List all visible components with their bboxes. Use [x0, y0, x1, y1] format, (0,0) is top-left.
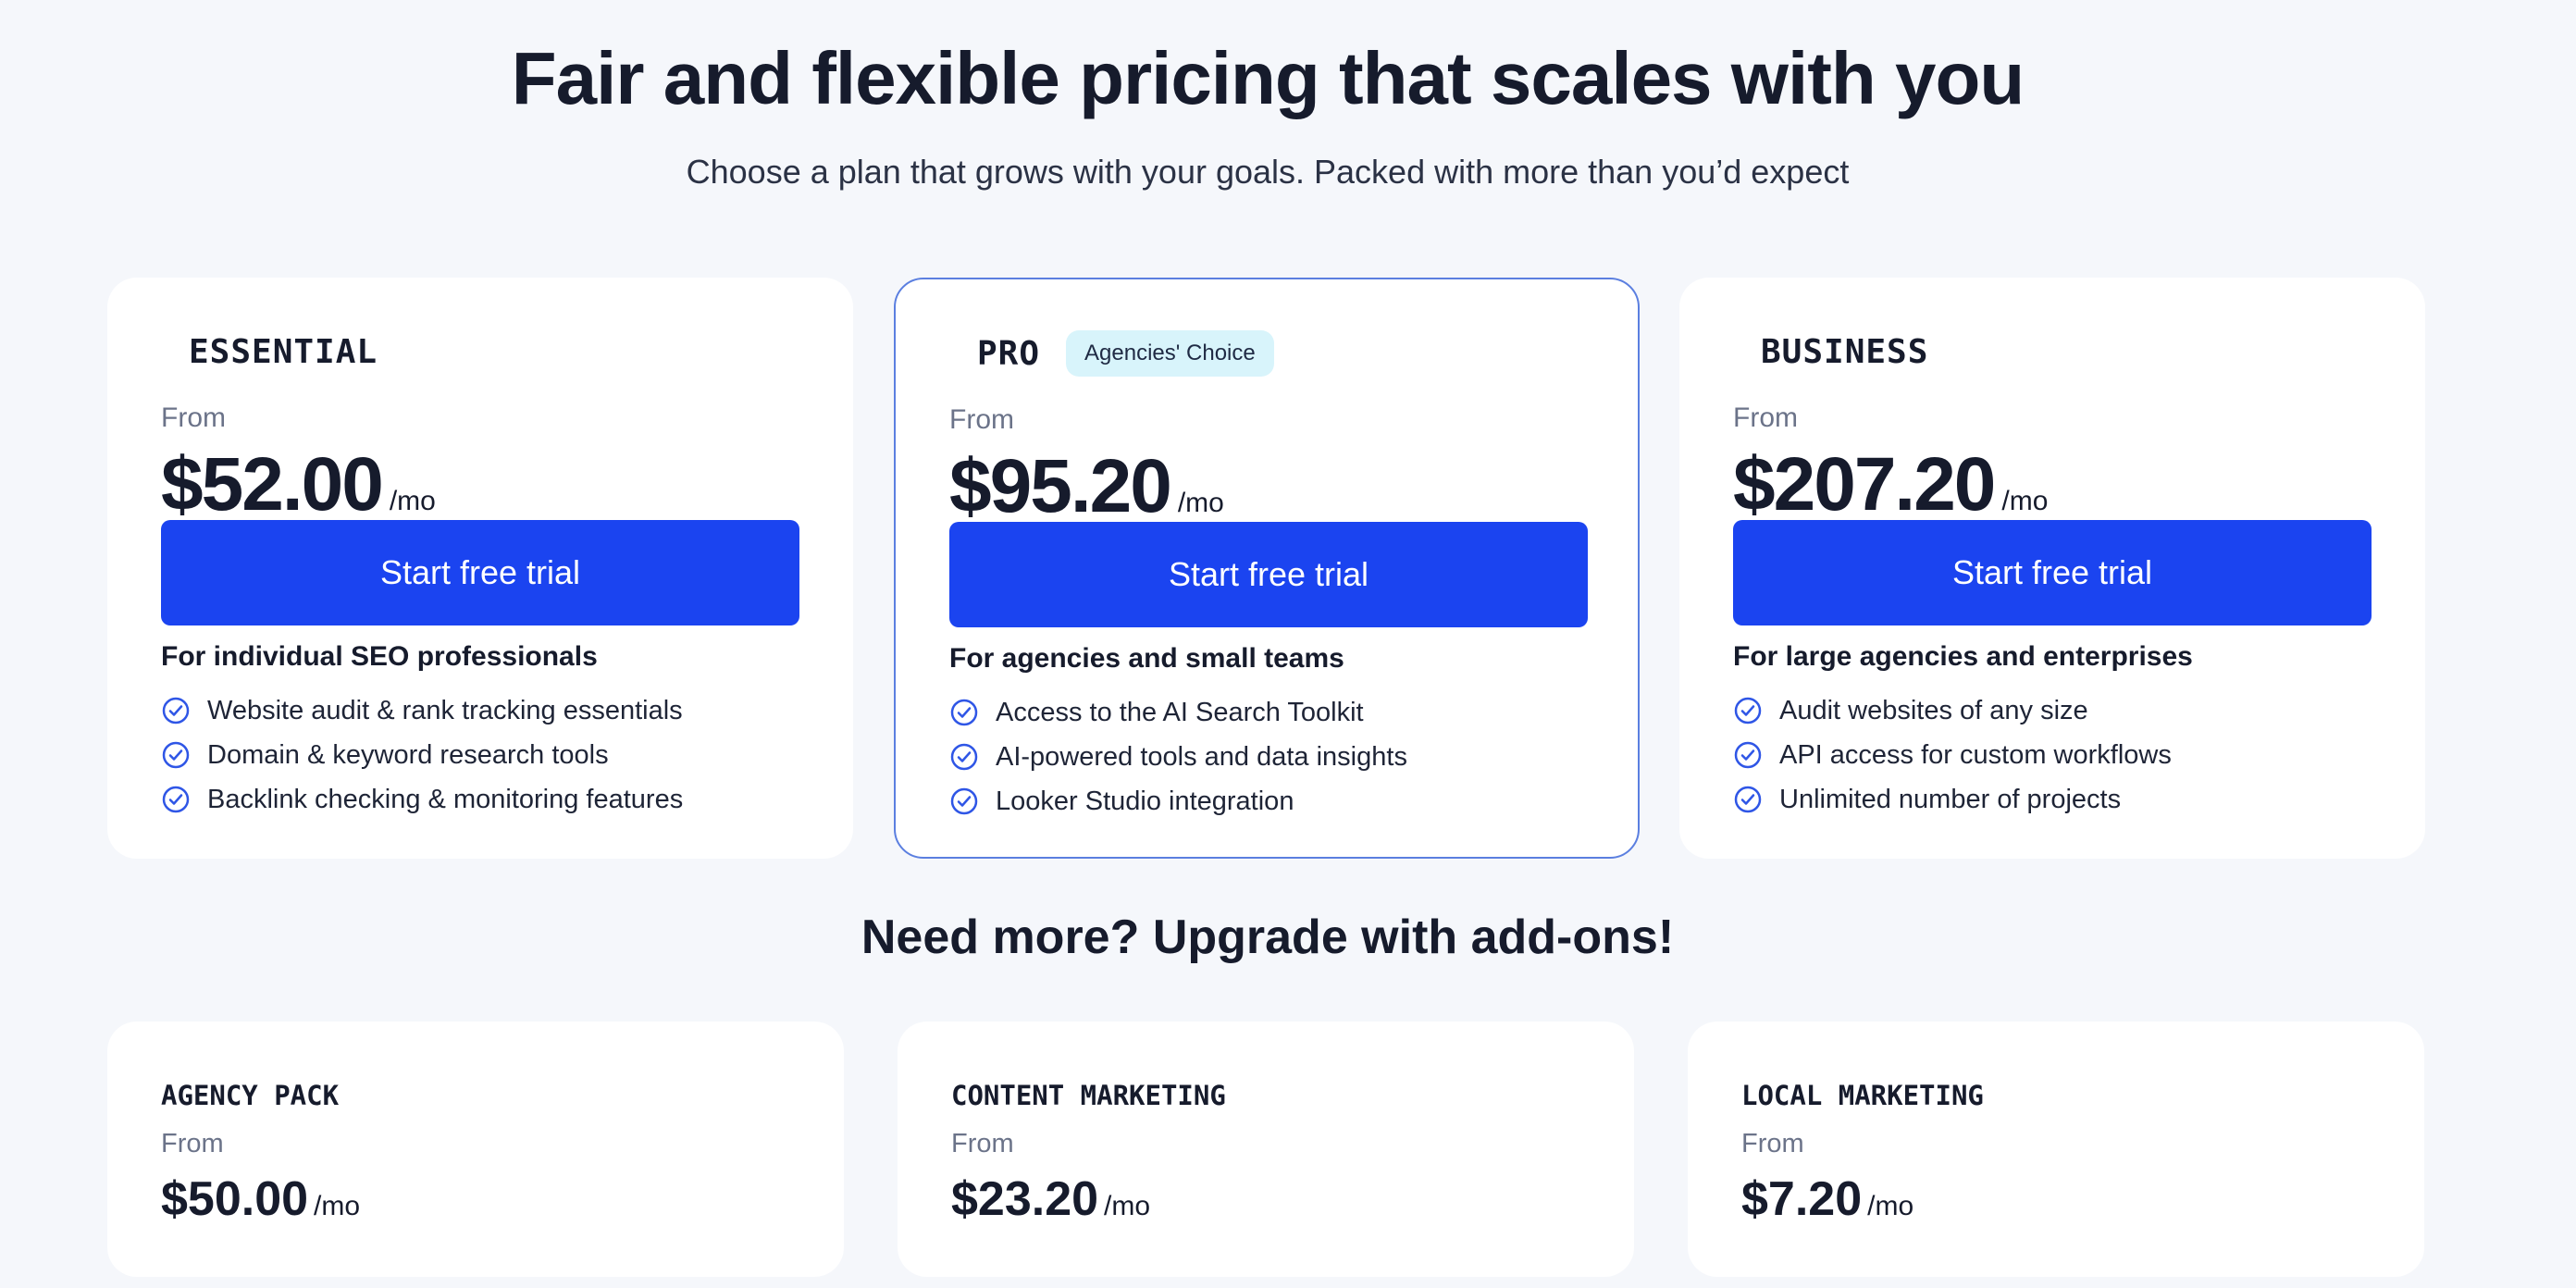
plan-name: BUSINESS [1761, 332, 1929, 371]
feature-item: Backlink checking & monitoring features [161, 777, 683, 822]
price-period: /mo [2001, 486, 2049, 516]
feature-item: API access for custom workflows [1733, 733, 2172, 777]
check-circle-icon [1734, 741, 1762, 769]
addon-price: $50.00 [161, 1172, 309, 1226]
check-circle-icon [950, 787, 978, 815]
from-label: From [161, 1129, 224, 1158]
addon-card-local-marketing[interactable]: LOCAL MARKETING From $7.20 /mo [1688, 1022, 2424, 1277]
feature-list: Website audit & rank tracking essentials… [161, 688, 683, 822]
price-period: /mo [314, 1191, 361, 1221]
check-circle-icon [950, 699, 978, 726]
from-label: From [161, 402, 226, 433]
addon-card-content-marketing[interactable]: CONTENT MARKETING From $23.20 /mo [898, 1022, 1634, 1277]
agencies-choice-badge: Agencies' Choice [1066, 330, 1274, 377]
addon-name: LOCAL MARKETING [1741, 1080, 1984, 1111]
check-circle-icon [1734, 786, 1762, 813]
feature-text: Unlimited number of projects [1779, 784, 2122, 814]
plan-audience: For individual SEO professionals [161, 641, 598, 672]
page-title: Fair and flexible pricing that scales wi… [511, 37, 2025, 119]
addon-price: $7.20 [1741, 1172, 1863, 1226]
start-free-trial-button[interactable]: Start free trial [949, 522, 1588, 627]
feature-item: Looker Studio integration [949, 779, 1407, 824]
plan-name: ESSENTIAL [189, 332, 378, 371]
addons-heading: Need more? Upgrade with add-ons! [861, 910, 1675, 964]
page-subtitle: Choose a plan that grows with your goals… [686, 153, 1850, 191]
from-label: From [1733, 402, 1798, 433]
plan-price: $95.20 [949, 444, 1172, 528]
addon-card-agency-pack[interactable]: AGENCY PACK From $50.00 /mo [107, 1022, 844, 1277]
addon-price-row: $23.20 /mo [951, 1168, 1150, 1231]
plan-name: PRO [977, 334, 1041, 373]
feature-item: Domain & keyword research tools [161, 733, 683, 777]
check-circle-icon [950, 743, 978, 771]
feature-item: Website audit & rank tracking essentials [161, 688, 683, 733]
addon-price-row: $50.00 /mo [161, 1168, 360, 1231]
feature-list: Access to the AI Search Toolkit AI-power… [949, 690, 1407, 824]
price-period: /mo [1104, 1191, 1151, 1221]
plan-card-essential: ESSENTIAL From $52.00 /mo Start free tri… [107, 278, 853, 859]
start-free-trial-button[interactable]: Start free trial [161, 520, 799, 625]
from-label: From [1741, 1129, 1804, 1158]
addon-price-row: $7.20 /mo [1741, 1168, 1913, 1231]
feature-text: Website audit & rank tracking essentials [207, 695, 683, 725]
start-free-trial-button[interactable]: Start free trial [1733, 520, 2372, 625]
plan-audience: For agencies and small teams [949, 643, 1344, 674]
check-circle-icon [162, 741, 190, 769]
feature-text: AI-powered tools and data insights [996, 741, 1407, 772]
feature-text: Backlink checking & monitoring features [207, 784, 684, 814]
check-circle-icon [1734, 697, 1762, 724]
plan-card-pro: PRO Agencies' Choice From $95.20 /mo Sta… [894, 278, 1640, 859]
addon-name: CONTENT MARKETING [951, 1080, 1226, 1111]
from-label: From [951, 1129, 1014, 1158]
feature-text: Looker Studio integration [996, 786, 1294, 816]
check-circle-icon [162, 697, 190, 724]
plan-header: BUSINESS [1761, 326, 1928, 378]
price-period: /mo [1867, 1191, 1914, 1221]
feature-item: Audit websites of any size [1733, 688, 2172, 733]
plan-header: PRO Agencies' Choice [977, 328, 1274, 379]
addon-name: AGENCY PACK [161, 1080, 340, 1111]
feature-text: API access for custom workflows [1779, 739, 2172, 770]
check-circle-icon [162, 786, 190, 813]
price-row: $95.20 /mo [949, 442, 1224, 531]
plan-price: $207.20 [1733, 442, 1996, 526]
feature-text: Audit websites of any size [1779, 695, 2088, 725]
addon-price: $23.20 [951, 1172, 1099, 1226]
feature-item: Unlimited number of projects [1733, 777, 2172, 822]
feature-text: Domain & keyword research tools [207, 739, 609, 770]
plan-price: $52.00 [161, 442, 384, 526]
feature-text: Access to the AI Search Toolkit [996, 697, 1364, 727]
from-label: From [949, 404, 1014, 435]
price-period: /mo [389, 486, 436, 516]
price-period: /mo [1177, 488, 1224, 518]
feature-list: Audit websites of any size API access fo… [1733, 688, 2172, 822]
feature-item: AI-powered tools and data insights [949, 735, 1407, 779]
price-row: $207.20 /mo [1733, 440, 2048, 529]
price-row: $52.00 /mo [161, 440, 436, 529]
plan-card-business: BUSINESS From $207.20 /mo Start free tri… [1679, 278, 2425, 859]
plan-audience: For large agencies and enterprises [1733, 641, 2193, 672]
feature-item: Access to the AI Search Toolkit [949, 690, 1407, 735]
plan-header: ESSENTIAL [189, 326, 378, 378]
